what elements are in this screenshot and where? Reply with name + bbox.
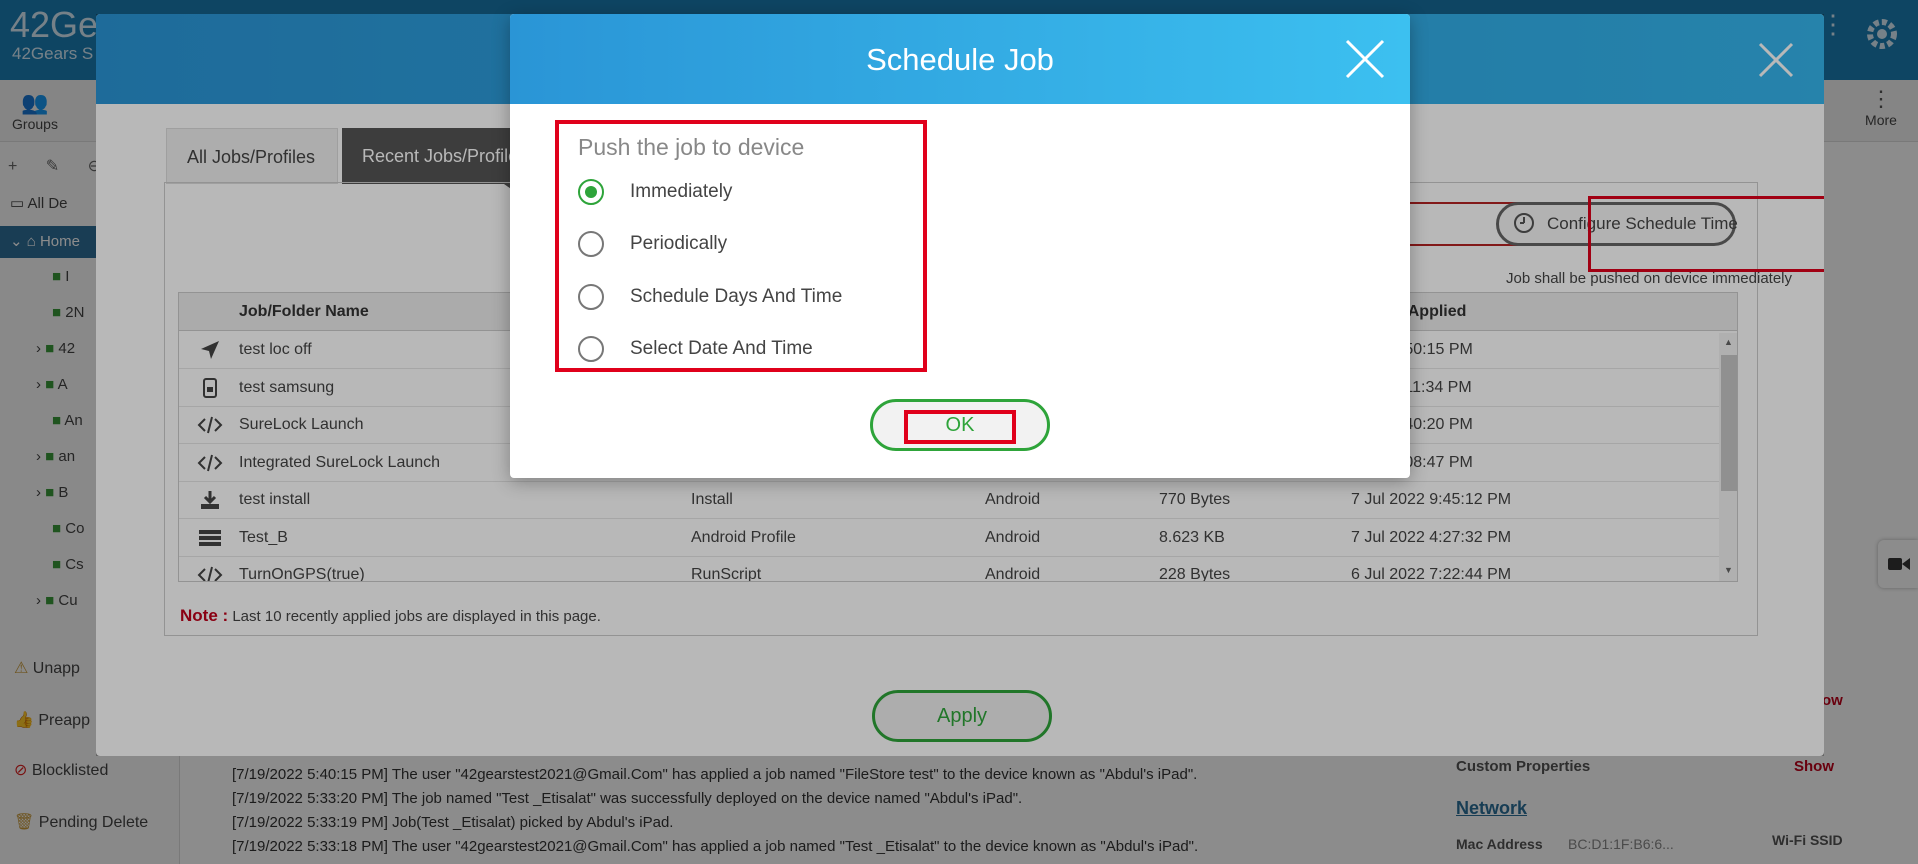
radio-schedule-days-time[interactable] [578, 284, 604, 310]
option-label: Immediately [630, 181, 733, 202]
push-label: Push the job to device [578, 134, 805, 160]
schedule-job-dialog: Schedule Job Push the job to device Imme… [510, 14, 1410, 478]
radio-select-date-time[interactable] [578, 336, 604, 362]
option-label: Schedule Days And Time [630, 286, 843, 307]
ok-highlight-box [904, 410, 1016, 444]
radio-immediately[interactable] [578, 179, 604, 205]
radio-periodically[interactable] [578, 231, 604, 257]
option-label: Select Date And Time [630, 338, 813, 359]
close-icon[interactable] [1344, 38, 1386, 80]
dialog-header: Schedule Job [510, 14, 1410, 104]
option-label: Periodically [630, 233, 728, 254]
dialog-title: Schedule Job [866, 42, 1054, 77]
